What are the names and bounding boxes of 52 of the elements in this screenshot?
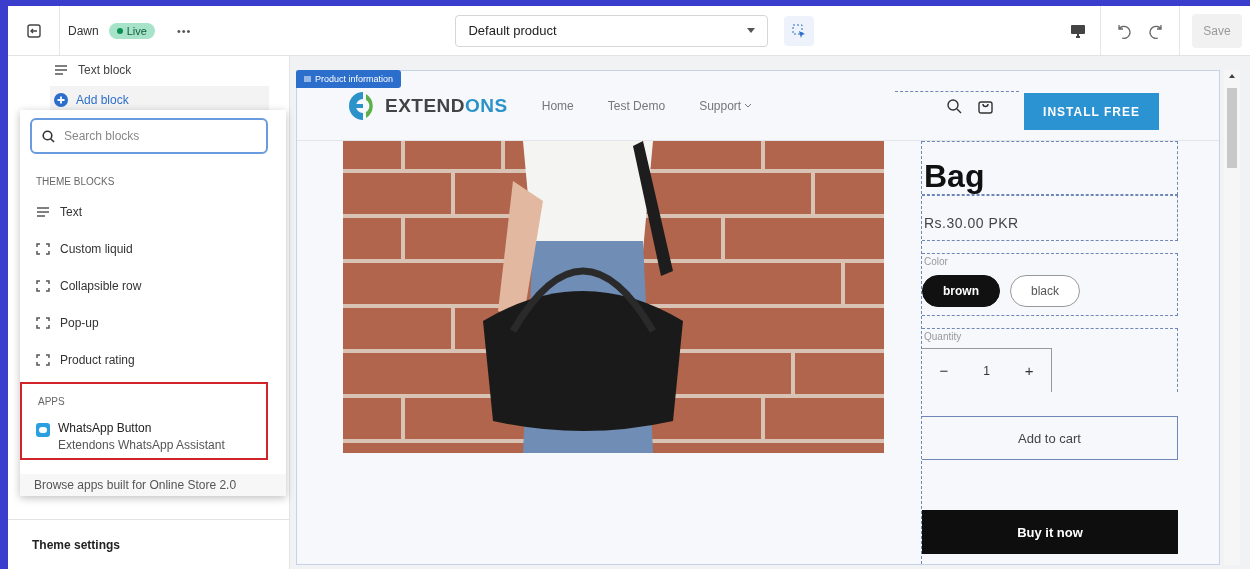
browse-apps-link[interactable]: Browse apps built for Online Store 2.0 <box>20 474 286 496</box>
bracket-icon <box>36 279 50 292</box>
logo-text: EXTENDONS <box>385 94 508 117</box>
theme-settings-link[interactable]: Theme settings <box>8 519 289 569</box>
option-label: Color <box>923 255 949 267</box>
block-option[interactable]: Custom liquid <box>20 230 286 267</box>
quantity-value[interactable]: 1 <box>965 363 1008 378</box>
add-to-cart-button[interactable]: Add to cart <box>922 416 1178 460</box>
search-icon[interactable] <box>947 98 962 114</box>
section-heading: APPS <box>37 395 66 409</box>
increase-button[interactable]: + <box>1007 349 1051 392</box>
text-lines-icon <box>36 206 50 217</box>
nav-link[interactable]: Home <box>541 98 574 113</box>
template-select[interactable]: Default product <box>455 14 769 47</box>
bracket-icon <box>36 316 50 329</box>
plus-icon <box>54 93 68 107</box>
chevron-icon <box>744 103 753 108</box>
search-field[interactable]: Search blocks <box>30 118 268 154</box>
block-item[interactable]: Text block <box>78 63 132 77</box>
search-icon <box>42 130 55 143</box>
chat-icon <box>36 423 50 437</box>
product-price: Rs.30.00 PKR <box>923 214 1020 233</box>
scroll-thumb[interactable] <box>1227 88 1237 168</box>
nav-link[interactable]: Support <box>699 98 753 113</box>
nav-link[interactable]: Test Demo <box>607 98 666 113</box>
more-button[interactable]: ••• <box>176 24 192 37</box>
status-badge: Live <box>108 22 155 39</box>
color-option[interactable]: black <box>1010 275 1080 307</box>
scrollbar[interactable] <box>1224 70 1240 565</box>
color-option[interactable]: brown <box>922 275 1000 307</box>
section-heading: THEME BLOCKS <box>35 175 116 189</box>
app-block-subtitle: Extendons WhatsApp Assistant <box>58 438 225 452</box>
block-option[interactable]: Text <box>20 193 286 230</box>
desktop-icon[interactable] <box>1070 22 1086 39</box>
quantity-label: Quantity <box>923 330 963 342</box>
block-option[interactable]: Collapsible row <box>20 267 286 304</box>
text-lines-icon <box>54 65 68 75</box>
caret-icon <box>747 28 756 33</box>
select-cursor-icon <box>792 23 807 38</box>
block-option[interactable]: Product rating <box>20 341 286 378</box>
bracket-icon <box>36 353 50 366</box>
bracket-icon <box>36 242 50 255</box>
buy-now-button[interactable]: Buy it now <box>922 510 1178 554</box>
app-block-title[interactable]: WhatsApp Button <box>58 421 225 435</box>
scroll-up-icon[interactable] <box>1229 74 1235 78</box>
decrease-button[interactable]: − <box>922 349 966 392</box>
product-title: Bag <box>923 157 986 194</box>
block-option[interactable]: Pop-up <box>20 304 286 341</box>
section-tag[interactable]: Product information <box>296 70 402 88</box>
bag-icon[interactable] <box>978 98 993 114</box>
exit-icon[interactable] <box>25 22 42 39</box>
theme-name: Dawn <box>68 23 99 38</box>
